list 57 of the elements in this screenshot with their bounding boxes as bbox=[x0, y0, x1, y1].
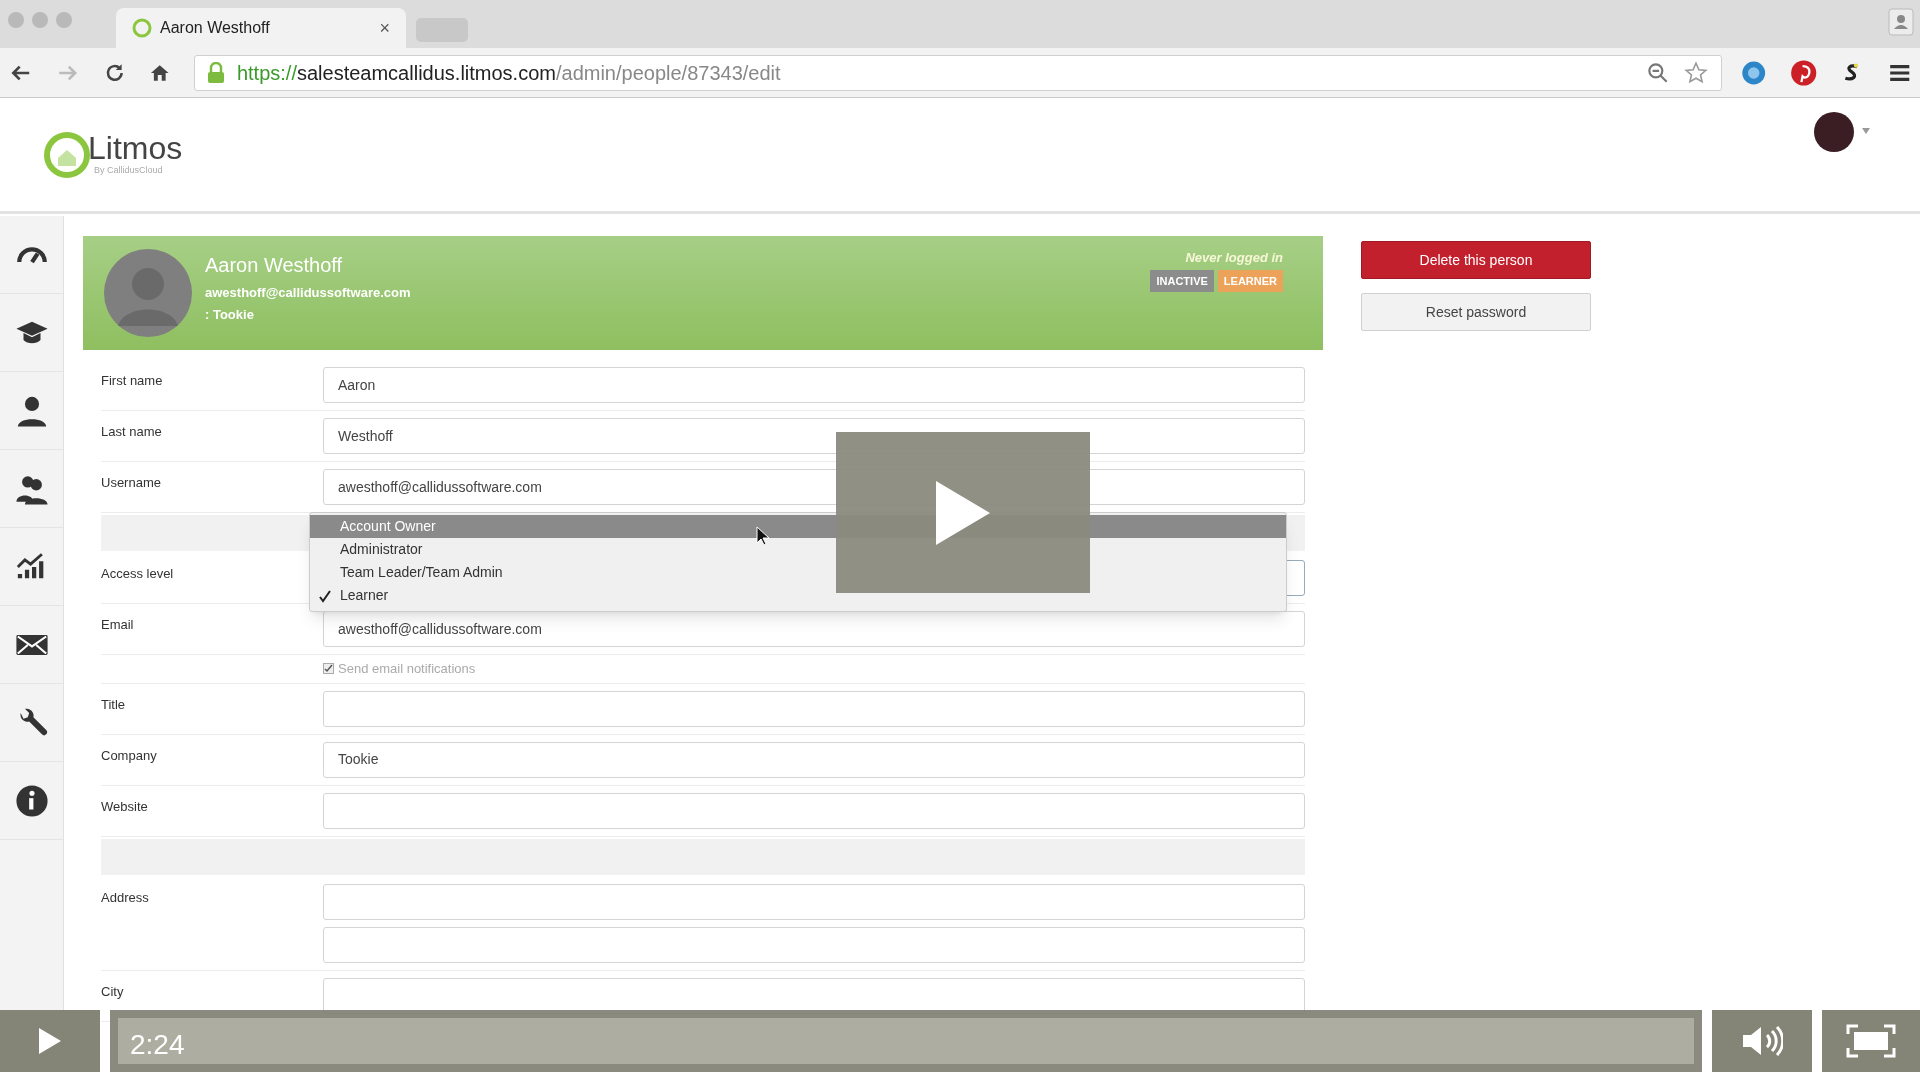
play-icon bbox=[39, 1028, 61, 1054]
field-label: Address bbox=[101, 888, 150, 907]
tab-title: Aaron Westhoff bbox=[160, 18, 271, 38]
fullscreen-button[interactable] bbox=[1822, 1010, 1920, 1072]
bookmark-star-icon[interactable] bbox=[1683, 59, 1710, 86]
field-label: Email bbox=[101, 616, 135, 634]
text-field[interactable] bbox=[323, 926, 1305, 963]
fullscreen-icon bbox=[1846, 1024, 1896, 1058]
volume-button[interactable] bbox=[1712, 1010, 1812, 1072]
profile-icon[interactable] bbox=[1888, 8, 1914, 36]
action-button[interactable]: Delete this person bbox=[1361, 241, 1591, 279]
avatar-placeholder-icon bbox=[103, 248, 193, 338]
user-avatar[interactable] bbox=[1814, 112, 1854, 152]
person-name: Aaron Westhoff bbox=[205, 252, 344, 278]
site-icon bbox=[132, 18, 152, 38]
status-badge: LEARNER bbox=[1217, 269, 1283, 292]
field-label: Website bbox=[101, 797, 149, 816]
url-text: https://salesteamcallidus.litmos.com/admin/people/87343/edit bbox=[236, 60, 782, 86]
logo-subtitle: By CallidusCloud bbox=[93, 163, 164, 177]
text-field[interactable] bbox=[323, 690, 1305, 727]
field-label: City bbox=[101, 982, 125, 1001]
tab-close-button[interactable]: × bbox=[379, 14, 390, 42]
browser-tab[interactable]: Aaron Westhoff × bbox=[116, 8, 406, 48]
dropdown-option[interactable]: Administrator bbox=[310, 538, 1286, 561]
field-label: Username bbox=[101, 474, 162, 492]
mouse-cursor-icon bbox=[756, 526, 770, 546]
checkbox[interactable] bbox=[323, 663, 334, 675]
action-button[interactable]: Reset password bbox=[1361, 293, 1591, 331]
info-icon[interactable] bbox=[14, 783, 49, 818]
logo-icon bbox=[44, 131, 90, 178]
dropdown-option[interactable]: Team Leader/Team Admin bbox=[310, 561, 1286, 584]
field-label: Title bbox=[101, 695, 127, 714]
text-field[interactable] bbox=[323, 792, 1305, 829]
address-bar[interactable]: https://salesteamcallidus.litmos.com/admin/people/87343/edit bbox=[193, 54, 1723, 91]
pin-extension-icon[interactable] bbox=[1789, 58, 1818, 87]
field-label: First name bbox=[101, 372, 164, 390]
text-field[interactable]: Tookie bbox=[323, 741, 1305, 778]
person-company: : Tookie bbox=[205, 306, 255, 324]
dropdown-option[interactable]: Learner bbox=[310, 584, 1286, 607]
person-email: awesthoff@callidussoftware.com bbox=[205, 283, 411, 302]
caret-icon[interactable] bbox=[1862, 128, 1870, 134]
logo-text: Litmos bbox=[88, 131, 183, 164]
play-overlay-button[interactable] bbox=[836, 432, 1090, 593]
volume-icon bbox=[1741, 1025, 1783, 1057]
video-time: 2:24 bbox=[130, 1028, 185, 1062]
field-label: Last name bbox=[101, 423, 163, 441]
text-field[interactable]: Aaron bbox=[323, 367, 1305, 403]
checkmark-icon bbox=[318, 588, 332, 603]
lock-icon bbox=[206, 61, 225, 84]
login-status: Never logged in bbox=[1185, 249, 1283, 267]
text-field[interactable] bbox=[323, 883, 1305, 920]
checkbox-label: Send email notifications bbox=[338, 660, 476, 678]
field-label: Access level bbox=[101, 565, 175, 583]
status-badge: INACTIVE bbox=[1150, 269, 1214, 292]
play-button[interactable] bbox=[0, 1010, 100, 1072]
play-icon bbox=[936, 480, 990, 545]
field-label: Company bbox=[101, 746, 158, 765]
